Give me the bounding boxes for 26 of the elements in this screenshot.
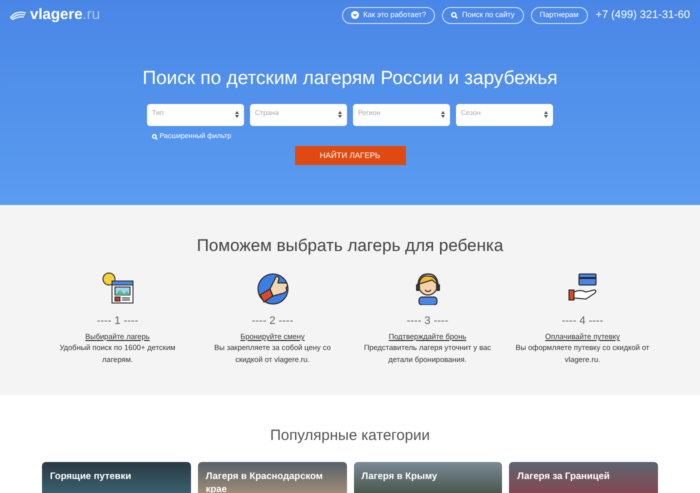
- category-title: Лагеря в Крыму: [362, 470, 438, 482]
- step-number: ---- 3 ----: [406, 314, 448, 328]
- sort-arrows-icon: [544, 111, 548, 118]
- sort-arrows-icon: [235, 111, 239, 118]
- category-title: Лагеря за Границей: [517, 470, 611, 482]
- search-icon: [152, 134, 158, 140]
- category-card[interactable]: Лагеря за Границей: [509, 462, 658, 493]
- section-title: Поможем выбрать лагерь для ребенка: [196, 235, 504, 257]
- search-icon: [451, 12, 458, 18]
- bulb-and-picture-icon: [100, 270, 134, 304]
- phone-number: +7 (499) 321-31-60: [596, 8, 690, 23]
- logo[interactable]: vlagere.ru: [30, 4, 100, 26]
- category-card[interactable]: Лагеря в Крыму: [354, 462, 502, 493]
- sort-arrows-icon: [441, 111, 445, 118]
- category-title: Горящие путевки: [50, 470, 132, 482]
- section-title: Популярные категории: [270, 426, 430, 446]
- logo-icon: [10, 10, 26, 20]
- step-number: ---- 2 ----: [252, 314, 294, 328]
- category-card[interactable]: Горящие путевки: [42, 462, 191, 493]
- step-number: ---- 4 ----: [562, 314, 604, 328]
- thumbs-up-icon: [256, 270, 290, 304]
- step-number: ---- 1 ----: [96, 314, 138, 328]
- chevron-down-icon: [351, 11, 360, 19]
- hero-title: Поиск по детским лагерям России и зарубежья: [141, 67, 559, 91]
- find-camp-button[interactable]: НАЙТИ ЛАГЕРЬ: [294, 146, 406, 165]
- sort-arrows-icon: [338, 111, 342, 118]
